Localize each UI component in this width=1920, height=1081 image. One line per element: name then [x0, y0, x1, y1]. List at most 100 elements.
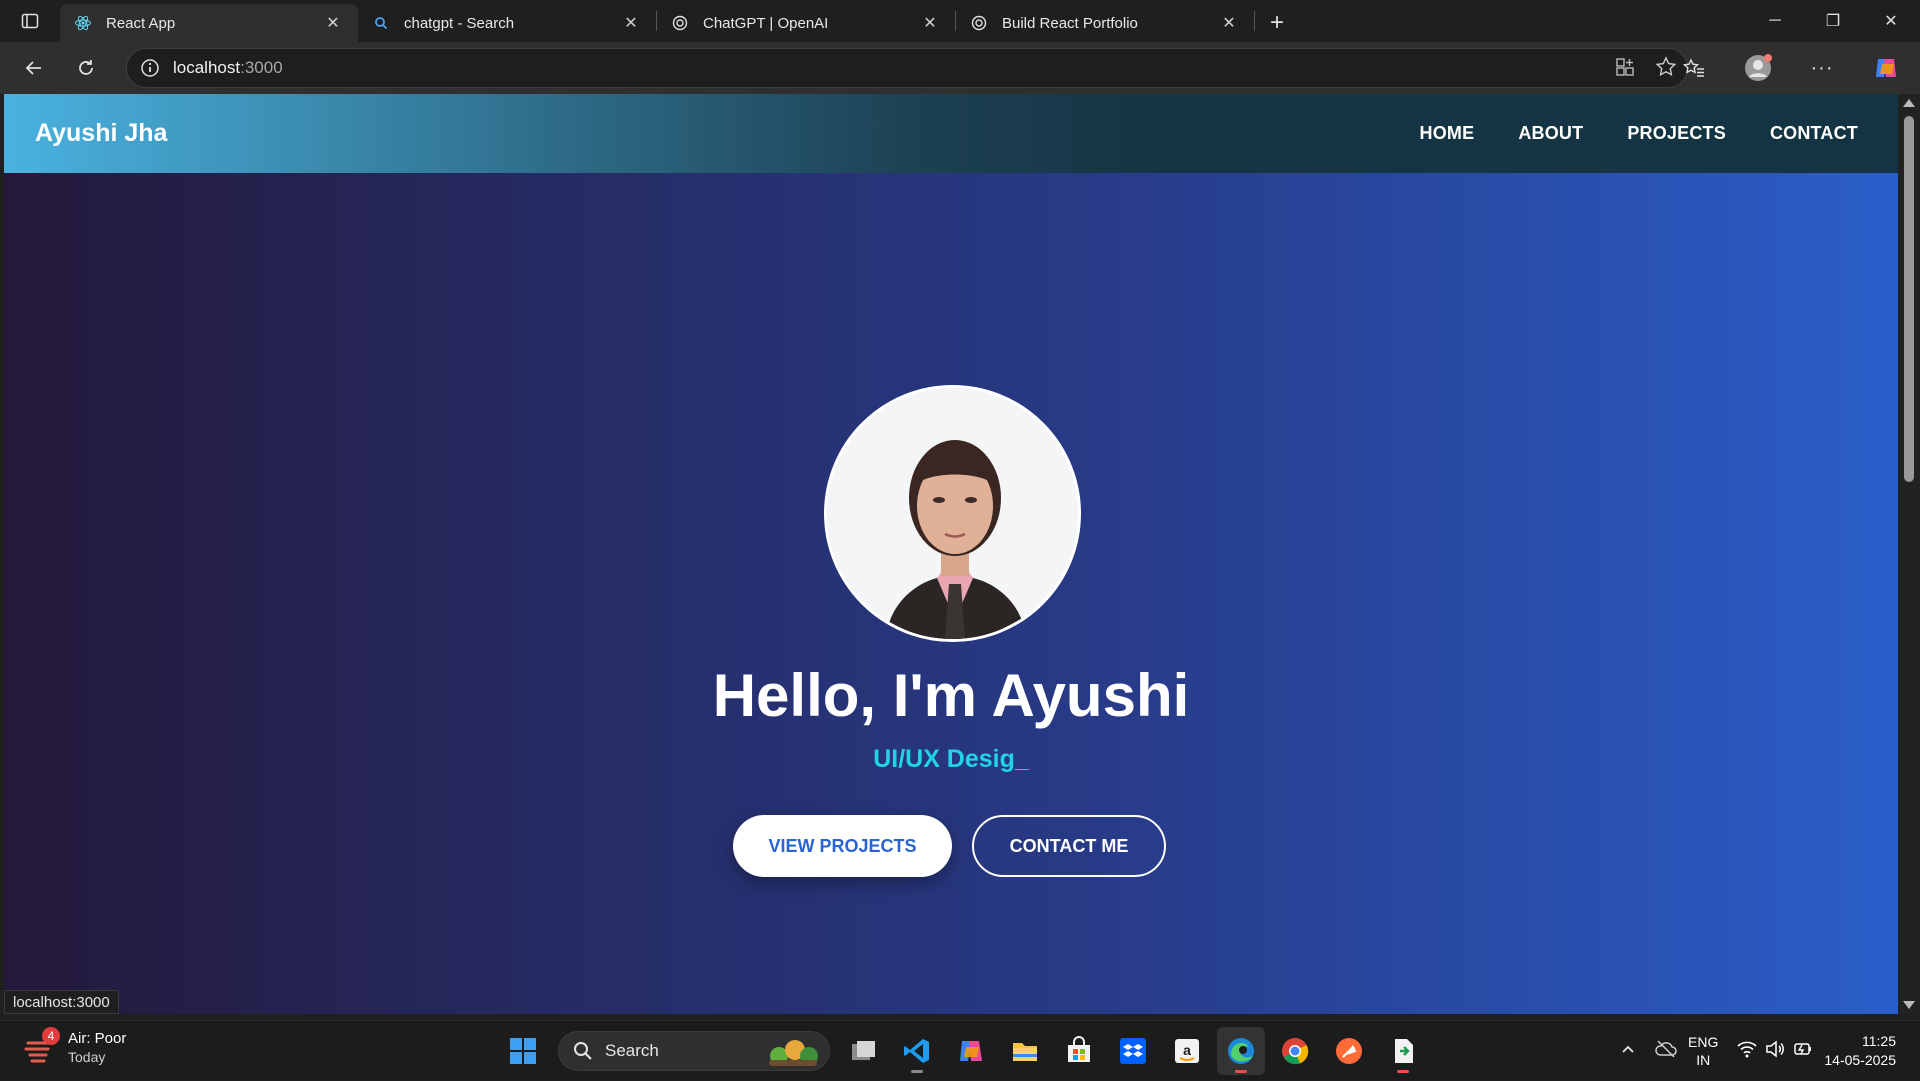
- back-arrow-icon: [25, 61, 41, 75]
- site-brand[interactable]: Ayushi Jha: [35, 119, 167, 148]
- wifi-icon[interactable]: [1736, 1038, 1758, 1065]
- minimize-button[interactable]: ─: [1746, 0, 1804, 42]
- tab-title: chatgpt - Search: [404, 14, 515, 32]
- show-hidden-icons-chevron-icon[interactable]: [1620, 1041, 1636, 1062]
- openai-icon: [671, 14, 689, 32]
- task-view-icon: [852, 1041, 875, 1060]
- file-explorer-button[interactable]: [1001, 1027, 1049, 1075]
- amazon-icon: a: [1175, 1039, 1199, 1063]
- status-link-preview: localhost:3000: [4, 990, 119, 1014]
- volume-icon[interactable]: [1764, 1038, 1786, 1065]
- app-icon: [1395, 1039, 1413, 1063]
- restore-button[interactable]: ❐: [1804, 0, 1862, 42]
- tab-build-react-portfolio[interactable]: Build React Portfolio ✕: [956, 4, 1254, 42]
- close-icon[interactable]: ✕: [322, 12, 344, 34]
- tab-chatgpt-search[interactable]: chatgpt - Search ✕: [358, 4, 656, 42]
- weather-text: Air: Poor Today: [68, 1029, 126, 1067]
- scroll-down-icon[interactable]: [1903, 1001, 1915, 1009]
- weather-subtitle: Today: [68, 1049, 106, 1065]
- tab-actions-icon: [21, 13, 39, 29]
- back-button[interactable]: [8, 48, 60, 88]
- search-highlight-icon: [765, 1036, 821, 1073]
- store-button[interactable]: [1055, 1027, 1103, 1075]
- nav-about[interactable]: ABOUT: [1518, 123, 1583, 144]
- site-navbar: Ayushi Jha HOME ABOUT PROJECTS CONTACT: [4, 94, 1898, 173]
- running-indicator: [1397, 1070, 1409, 1073]
- dropbox-button[interactable]: [1109, 1027, 1157, 1075]
- tab-react-app[interactable]: React App ✕: [60, 4, 358, 42]
- profile-photo: [824, 385, 1081, 642]
- system-clock[interactable]: 11:25 14-05-2025: [1824, 1032, 1896, 1070]
- start-button[interactable]: [499, 1027, 547, 1075]
- view-projects-button[interactable]: VIEW PROJECTS: [733, 815, 952, 877]
- tab-title: Build React Portfolio: [1002, 14, 1138, 32]
- close-icon[interactable]: ✕: [1218, 12, 1240, 34]
- profile-button[interactable]: [1732, 48, 1784, 88]
- taskbar-search[interactable]: Search: [558, 1031, 830, 1071]
- vscode-button[interactable]: [893, 1027, 941, 1075]
- store-icon: [1068, 1036, 1090, 1062]
- edge-icon: [1228, 1038, 1254, 1064]
- nav-projects[interactable]: PROJECTS: [1627, 123, 1726, 144]
- nav-contact[interactable]: CONTACT: [1770, 123, 1858, 144]
- close-window-button[interactable]: ✕: [1862, 0, 1920, 42]
- tab-title: React App: [106, 14, 176, 32]
- contact-me-button[interactable]: CONTACT ME: [972, 815, 1166, 877]
- reload-icon: [79, 60, 93, 75]
- favorites-icon: [1683, 58, 1704, 77]
- onedrive-cloud-icon[interactable]: [1654, 1037, 1678, 1066]
- minimize-icon: ─: [1769, 12, 1781, 29]
- tab-actions-button[interactable]: [0, 0, 60, 42]
- close-icon[interactable]: ✕: [620, 12, 642, 34]
- language-code: ENG: [1688, 1034, 1719, 1050]
- more-icon: ···: [1810, 56, 1834, 79]
- input-language[interactable]: ENG IN: [1688, 1033, 1718, 1069]
- battery-icon[interactable]: [1792, 1038, 1814, 1065]
- typing-cursor: _: [1014, 745, 1029, 773]
- file-explorer-icon: [1013, 1043, 1037, 1061]
- scroll-up-icon[interactable]: [1903, 99, 1915, 107]
- favorites-button[interactable]: [1668, 48, 1720, 88]
- task-view-button[interactable]: [839, 1027, 887, 1075]
- language-region: IN: [1696, 1052, 1711, 1068]
- close-icon: ✕: [1884, 13, 1898, 30]
- postman-button[interactable]: [1325, 1027, 1373, 1075]
- browser-toolbar: localhost:3000 ···: [0, 42, 1920, 94]
- app-button[interactable]: [1379, 1027, 1427, 1075]
- settings-more-button[interactable]: ···: [1796, 48, 1848, 88]
- apps-icon[interactable]: [1615, 57, 1635, 82]
- taskbar-apps: Search a: [496, 1027, 1430, 1075]
- window-controls: ─ ❐ ✕: [1746, 0, 1920, 42]
- reload-button[interactable]: [60, 48, 112, 88]
- clock-time: 11:25: [1862, 1033, 1896, 1049]
- react-icon: [74, 14, 92, 32]
- running-indicator: [911, 1070, 923, 1073]
- edge-button[interactable]: [1217, 1027, 1265, 1075]
- weather-title: Air: Poor: [68, 1030, 127, 1047]
- address-bar[interactable]: localhost:3000: [126, 48, 1688, 88]
- typing-role-text: UI/UX Desig_: [4, 745, 1898, 774]
- postman-icon: [1336, 1038, 1362, 1064]
- role-text: UI/UX Desig: [873, 745, 1015, 773]
- scrollbar-thumb[interactable]: [1904, 116, 1914, 482]
- weather-widget[interactable]: 4 Air: Poor Today: [22, 1027, 126, 1067]
- hero-headline: Hello, I'm Ayushi: [712, 662, 1190, 729]
- close-icon[interactable]: ✕: [919, 12, 941, 34]
- tab-chatgpt-openai[interactable]: ChatGPT | OpenAI ✕: [657, 4, 955, 42]
- nav-home[interactable]: HOME: [1420, 123, 1475, 144]
- chrome-button[interactable]: [1271, 1027, 1319, 1075]
- windows-taskbar: 4 Air: Poor Today Search a ENG IN 11:25 …: [0, 1020, 1920, 1080]
- amazon-button[interactable]: a: [1163, 1027, 1211, 1075]
- url-host: localhost: [173, 58, 241, 77]
- system-tray: ENG IN 11:25 14-05-2025: [1620, 1021, 1920, 1081]
- search-icon: [372, 14, 390, 32]
- page-viewport: Ayushi Jha HOME ABOUT PROJECTS CONTACT H…: [4, 94, 1898, 1014]
- new-tab-button[interactable]: +: [1255, 4, 1299, 42]
- copilot-icon: [960, 1041, 982, 1061]
- page-scrollbar[interactable]: [1898, 94, 1920, 1014]
- copilot-button[interactable]: [1860, 48, 1912, 88]
- clock-date: 14-05-2025: [1824, 1052, 1896, 1068]
- hero-section: Hello, I'm Ayushi UI/UX Desig_ VIEW PROJ…: [4, 173, 1898, 1014]
- site-info-icon[interactable]: [127, 58, 173, 78]
- copilot-taskbar-button[interactable]: [947, 1027, 995, 1075]
